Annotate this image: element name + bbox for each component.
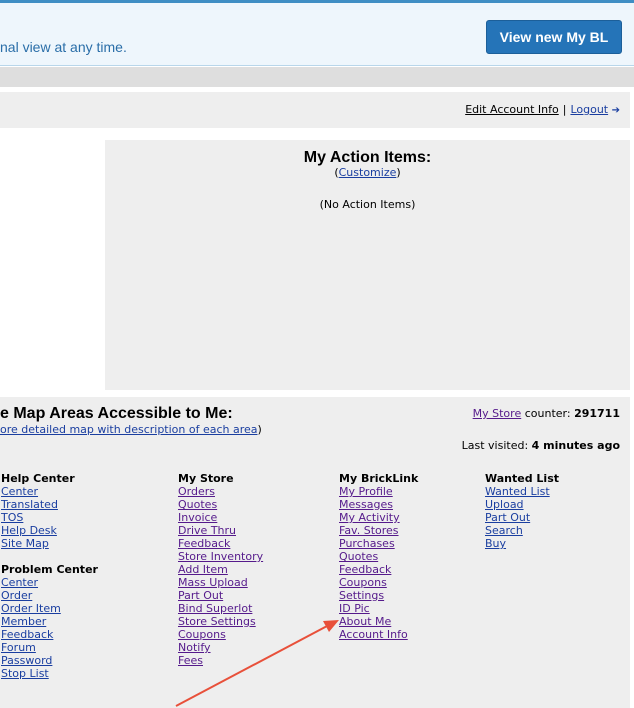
my-store-link-invoice[interactable]: Invoice	[178, 511, 263, 524]
my-bricklink-links: My Profile Messages My Activity Fav. Stores…	[339, 485, 418, 641]
logout-label: Logout	[570, 103, 609, 116]
problem-center-link-order[interactable]: Order	[1, 589, 98, 602]
my-store-link-coupons[interactable]: Coupons	[178, 628, 263, 641]
detailed-map-link[interactable]: ore detailed map with description of eac…	[0, 423, 258, 436]
site-map-title: e Map Areas Accessible to Me:	[0, 405, 233, 422]
my-bricklink-link-feedback[interactable]: Feedback	[339, 563, 418, 576]
last-visited: Last visited: 4 minutes ago	[462, 439, 620, 452]
wanted-list-link-part-out[interactable]: Part Out	[485, 511, 559, 524]
problem-center-heading: Problem Center	[1, 563, 98, 576]
help-center-link-site-map[interactable]: Site Map	[1, 537, 98, 550]
last-visited-label: Last visited:	[461, 439, 529, 452]
my-store-link-part-out[interactable]: Part Out	[178, 589, 263, 602]
site-map-subtitle: ore detailed map with description of eac…	[0, 423, 262, 436]
subtitle-close: )	[257, 423, 262, 436]
wanted-list-column: Wanted List Wanted List Upload Part Out Sea…	[485, 472, 559, 550]
counter-value: 291711	[574, 407, 620, 420]
customize-line: (Customize)	[105, 166, 630, 179]
last-visited-value: 4 minutes ago	[531, 439, 620, 452]
view-new-mybl-button[interactable]: View new My BL	[486, 20, 622, 54]
problem-center-link-stop-list[interactable]: Stop List	[1, 667, 98, 680]
problem-center-link-feedback[interactable]: Feedback	[1, 628, 98, 641]
customize-close: )	[396, 166, 401, 179]
site-map-panel: e Map Areas Accessible to Me: ore detail…	[0, 397, 630, 708]
account-links: Edit Account Info | Logout ➔	[465, 103, 620, 116]
my-store-link-fees[interactable]: Fees	[178, 654, 263, 667]
my-bricklink-link-settings[interactable]: Settings	[339, 589, 418, 602]
new-mybl-banner: nal view at any time. View new My BL	[0, 0, 634, 66]
my-bricklink-link-my-activity[interactable]: My Activity	[339, 511, 418, 524]
problem-center-link-forum[interactable]: Forum	[1, 641, 98, 654]
my-store-heading: My Store	[178, 472, 234, 485]
counter-label: counter:	[524, 407, 571, 420]
wanted-list-link-wanted-list[interactable]: Wanted List	[485, 485, 559, 498]
my-store-link-quotes[interactable]: Quotes	[178, 498, 263, 511]
my-bricklink-link-quotes[interactable]: Quotes	[339, 550, 418, 563]
my-store-link-store-inventory[interactable]: Store Inventory	[178, 550, 263, 563]
edit-account-info-link[interactable]: Edit Account Info	[465, 103, 559, 116]
help-center-link-center[interactable]: Center	[1, 485, 98, 498]
my-store-links: Orders Quotes Invoice Drive Thru Feedback Sto…	[178, 485, 263, 667]
my-store-link-drive-thru[interactable]: Drive Thru	[178, 524, 263, 537]
banner-text: nal view at any time.	[0, 39, 127, 55]
logout-link[interactable]: Logout	[570, 103, 608, 116]
problem-center-link-member[interactable]: Member	[1, 615, 98, 628]
wanted-list-link-search[interactable]: Search	[485, 524, 559, 537]
my-store-column: My Store Orders Quotes Invoice Drive Thru Fe…	[178, 472, 263, 667]
my-bricklink-column: My BrickLink My Profile Messages My Activi…	[339, 472, 418, 641]
my-store-link-feedback[interactable]: Feedback	[178, 537, 263, 550]
problem-center-link-order-item[interactable]: Order Item	[1, 602, 98, 615]
action-items-panel: My Action Items: (Customize) (No Action …	[105, 140, 630, 390]
my-store-link-notify[interactable]: Notify	[178, 641, 263, 654]
customize-link[interactable]: Customize	[339, 166, 397, 179]
wanted-list-link-upload[interactable]: Upload	[485, 498, 559, 511]
my-bricklink-link-messages[interactable]: Messages	[339, 498, 418, 511]
help-center-link-help-desk[interactable]: Help Desk	[1, 524, 98, 537]
my-bricklink-link-coupons[interactable]: Coupons	[339, 576, 418, 589]
my-store-link-bind-superlot[interactable]: Bind Superlot	[178, 602, 263, 615]
wanted-list-links: Wanted List Upload Part Out Search Buy	[485, 485, 559, 550]
my-bricklink-link-id-pic[interactable]: ID Pic	[339, 602, 418, 615]
wanted-list-heading: Wanted List	[485, 472, 560, 485]
problem-center-links: Center Order Order Item Member Feedback Forum…	[1, 576, 98, 680]
my-bricklink-link-my-profile[interactable]: My Profile	[339, 485, 418, 498]
no-action-items-text: (No Action Items)	[319, 198, 416, 211]
my-store-link-store-settings[interactable]: Store Settings	[178, 615, 263, 628]
my-bricklink-link-account-info[interactable]: Account Info	[339, 628, 418, 641]
my-store-link-add-item[interactable]: Add Item	[178, 563, 263, 576]
account-bar: Edit Account Info | Logout ➔	[0, 92, 630, 128]
my-bricklink-link-fav-stores[interactable]: Fav. Stores	[339, 524, 418, 537]
help-center-link-translated[interactable]: Translated	[1, 498, 98, 511]
help-center-column: Help Center Center Translated TOS Help Desk…	[1, 472, 98, 680]
wanted-list-link-buy[interactable]: Buy	[485, 537, 559, 550]
my-store-link[interactable]: My Store	[473, 407, 522, 420]
help-center-links: Center Translated TOS Help Desk Site Map	[1, 485, 98, 550]
my-bricklink-link-purchases[interactable]: Purchases	[339, 537, 418, 550]
my-bricklink-link-about-me[interactable]: About Me	[339, 615, 418, 628]
separator: |	[562, 103, 567, 116]
nav-strip	[0, 67, 634, 87]
action-items-title: My Action Items:	[303, 149, 432, 166]
help-center-link-tos[interactable]: TOS	[1, 511, 98, 524]
store-counter: My Store counter: 291711	[473, 407, 620, 420]
my-store-link-mass-upload[interactable]: Mass Upload	[178, 576, 263, 589]
my-store-link-orders[interactable]: Orders	[178, 485, 263, 498]
problem-center-link-password[interactable]: Password	[1, 654, 98, 667]
help-center-heading: Help Center	[1, 472, 75, 485]
problem-center-link-center[interactable]: Center	[1, 576, 98, 589]
my-bricklink-heading: My BrickLink	[339, 472, 419, 485]
logout-icon[interactable]: ➔	[612, 105, 620, 116]
